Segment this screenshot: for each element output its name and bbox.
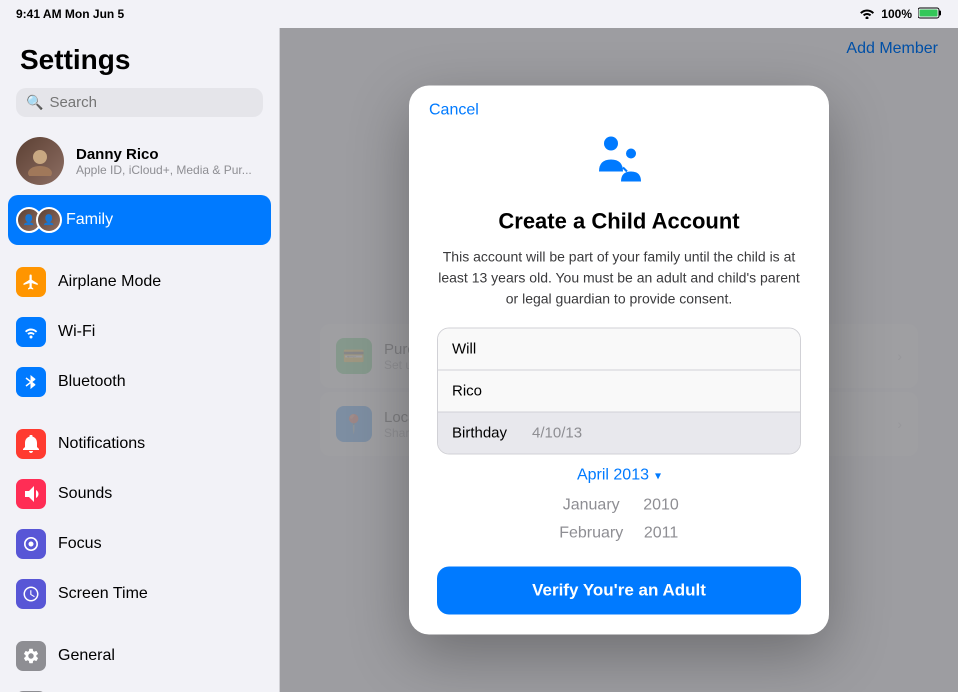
sidebar-search[interactable]: 🔍: [16, 88, 263, 117]
picker-month-january: January: [563, 493, 620, 519]
cancel-button[interactable]: Cancel: [429, 102, 479, 120]
modal-body: Create a Child Account This account will…: [409, 124, 829, 635]
date-picker[interactable]: January February 2010 2011: [437, 493, 801, 553]
name-form-group: Birthday 4/10/13: [437, 328, 801, 455]
sidebar-item-bluetooth-label: Bluetooth: [58, 373, 126, 391]
notifications-icon: [16, 429, 46, 459]
month-selector[interactable]: April 2013 ▾: [437, 467, 801, 485]
sidebar-item-family[interactable]: 👤 👤 Family: [8, 195, 271, 245]
family-icon: 👤 👤: [24, 205, 54, 235]
profile-name: Danny Rico: [76, 146, 252, 163]
sidebar-item-screentime-label: Screen Time: [58, 585, 148, 603]
general-icon: [16, 641, 46, 671]
birthday-value: 4/10/13: [532, 425, 786, 442]
sidebar-item-bluetooth[interactable]: Bluetooth: [0, 357, 279, 407]
profile-info: Danny Rico Apple ID, iCloud+, Media & Pu…: [76, 146, 252, 177]
modal-header: Cancel: [409, 86, 829, 124]
search-icon: 🔍: [26, 94, 43, 111]
month-chevron-icon: ▾: [655, 469, 661, 483]
focus-icon: [16, 529, 46, 559]
sidebar-item-notifications[interactable]: Notifications: [0, 419, 279, 469]
status-bar: 9:41 AM Mon Jun 5 100%: [0, 0, 958, 28]
sidebar-item-sounds[interactable]: Sounds: [0, 469, 279, 519]
verify-button[interactable]: Verify You're an Adult: [437, 567, 801, 615]
modal-family-icon: [437, 132, 801, 197]
firstname-field[interactable]: [438, 329, 800, 371]
sidebar-title: Settings: [0, 28, 279, 84]
picker-month-february: February: [559, 520, 623, 546]
profile-sub: Apple ID, iCloud+, Media & Pur...: [76, 163, 252, 177]
sidebar-item-sounds-label: Sounds: [58, 485, 112, 503]
family-avatar-2: 👤: [36, 207, 62, 233]
status-time: 9:41 AM Mon Jun 5: [16, 7, 124, 21]
birthday-label: Birthday: [452, 425, 532, 442]
screentime-icon: [16, 579, 46, 609]
modal-title: Create a Child Account: [437, 209, 801, 235]
battery-icon: [918, 7, 942, 22]
search-input[interactable]: [49, 94, 253, 111]
sidebar-item-airplane-label: Airplane Mode: [58, 273, 161, 291]
birthday-field[interactable]: Birthday 4/10/13: [438, 413, 800, 454]
sidebar-item-family-label: Family: [66, 211, 113, 229]
profile-row[interactable]: Danny Rico Apple ID, iCloud+, Media & Pu…: [0, 127, 279, 195]
picker-year-2010: 2010: [643, 493, 679, 519]
main-layout: Settings 🔍 Danny Rico Apple ID, iCloud+,…: [0, 28, 958, 692]
picker-year-2011: 2011: [644, 520, 678, 546]
sidebar-item-focus-label: Focus: [58, 535, 102, 553]
bluetooth-icon: [16, 367, 46, 397]
avatar: [16, 137, 64, 185]
month-picker-col[interactable]: January February: [559, 493, 623, 553]
modal-description: This account will be part of your family…: [437, 247, 801, 310]
sounds-icon: [16, 479, 46, 509]
status-right: 100%: [859, 7, 942, 22]
sidebar-item-wifi-label: Wi-Fi: [58, 323, 95, 341]
sidebar-item-wifi[interactable]: Wi-Fi: [0, 307, 279, 357]
sidebar: Settings 🔍 Danny Rico Apple ID, iCloud+,…: [0, 28, 280, 692]
wifi-settings-icon: [16, 317, 46, 347]
lastname-field[interactable]: [438, 371, 800, 413]
wifi-icon: [859, 7, 875, 22]
sidebar-item-screentime[interactable]: Screen Time: [0, 569, 279, 619]
sidebar-item-general[interactable]: General: [0, 631, 279, 681]
sidebar-item-notifications-label: Notifications: [58, 435, 145, 453]
month-label: April 2013: [577, 467, 649, 485]
year-picker-col[interactable]: 2010 2011: [643, 493, 679, 553]
create-child-modal: Cancel Create a Child A: [409, 86, 829, 635]
content-area: Add Member 💳 Purchase Sharing Set up Pur…: [280, 28, 958, 692]
lastname-input[interactable]: [452, 383, 786, 400]
firstname-input[interactable]: [452, 341, 786, 358]
sidebar-item-general-label: General: [58, 647, 115, 665]
battery-label: 100%: [881, 7, 912, 21]
sidebar-item-controlcenter[interactable]: Control Center: [0, 681, 279, 692]
sidebar-item-focus[interactable]: Focus: [0, 519, 279, 569]
airplane-icon: [16, 267, 46, 297]
sidebar-item-airplane[interactable]: Airplane Mode: [0, 257, 279, 307]
